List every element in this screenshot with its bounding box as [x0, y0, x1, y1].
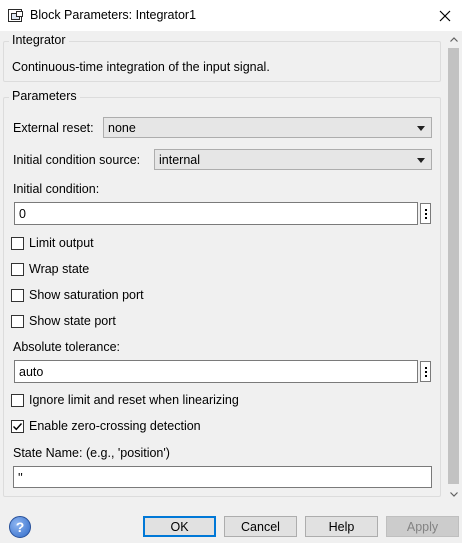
show-state-port-label: Show state port: [29, 314, 116, 328]
ignore-limit-reset-label: Ignore limit and reset when linearizing: [29, 393, 239, 407]
window-title: Block Parameters: Integrator1: [30, 8, 197, 22]
state-name-label: State Name: (e.g., 'position'): [13, 446, 170, 460]
scrollbar-thumb[interactable]: [448, 48, 459, 484]
initial-condition-label: Initial condition:: [13, 182, 100, 196]
block-description: Continuous-time integration of the input…: [12, 60, 270, 74]
chevron-down-icon: [417, 158, 425, 163]
checkmark-icon: [13, 422, 23, 430]
ok-button[interactable]: OK: [143, 516, 216, 537]
checkbox-box: [11, 262, 24, 276]
show-saturation-port-checkbox[interactable]: Show saturation port: [11, 287, 144, 303]
checkbox-box: [11, 419, 24, 433]
state-name-value: '': [18, 471, 23, 485]
close-icon: [439, 10, 451, 22]
chevron-down-icon: [417, 126, 425, 131]
zero-crossing-checkbox[interactable]: Enable zero-crossing detection: [11, 418, 201, 434]
show-state-port-checkbox[interactable]: Show state port: [11, 313, 116, 329]
checkbox-box: [11, 314, 24, 328]
initial-condition-value: 0: [19, 207, 26, 221]
parameters-panel: Integrator Continuous-time integration o…: [0, 31, 444, 506]
initial-condition-field[interactable]: 0: [14, 202, 418, 225]
checkbox-box: [11, 288, 24, 302]
external-reset-label: External reset:: [13, 121, 94, 135]
show-saturation-port-label: Show saturation port: [29, 288, 144, 302]
block-description-group: Integrator Continuous-time integration o…: [3, 33, 441, 82]
limit-output-label: Limit output: [29, 236, 94, 250]
block-group-title: Integrator: [9, 33, 69, 47]
title-bar: Block Parameters: Integrator1: [0, 0, 462, 31]
external-reset-dropdown[interactable]: none: [103, 117, 432, 138]
checkbox-box: [11, 393, 24, 407]
apply-button[interactable]: Apply: [386, 516, 459, 537]
state-name-field[interactable]: '': [13, 466, 432, 488]
button-bar: ? OK Cancel Help Apply: [0, 506, 462, 543]
close-button[interactable]: [430, 3, 460, 29]
wrap-state-checkbox[interactable]: Wrap state: [11, 261, 89, 277]
absolute-tolerance-field[interactable]: auto: [14, 360, 418, 383]
limit-output-checkbox[interactable]: Limit output: [11, 235, 94, 251]
wrap-state-label: Wrap state: [29, 262, 90, 276]
external-reset-value: none: [108, 121, 136, 135]
zero-crossing-label: Enable zero-crossing detection: [29, 419, 201, 433]
initial-condition-source-label: Initial condition source:: [13, 153, 141, 167]
help-icon[interactable]: ?: [9, 516, 31, 538]
ignore-limit-reset-checkbox[interactable]: Ignore limit and reset when linearizing: [11, 392, 239, 408]
initial-condition-source-value: internal: [159, 153, 200, 167]
scroll-up-icon[interactable]: [450, 37, 458, 42]
block-parameters-icon: [8, 9, 23, 22]
scroll-down-icon[interactable]: [450, 492, 458, 497]
parameters-group-title: Parameters: [9, 89, 80, 103]
checkbox-box: [11, 236, 24, 250]
initial-condition-source-dropdown[interactable]: internal: [154, 149, 432, 170]
help-button[interactable]: Help: [305, 516, 378, 537]
absolute-tolerance-more-button[interactable]: [420, 361, 431, 382]
vertical-scrollbar[interactable]: [445, 31, 462, 506]
cancel-button[interactable]: Cancel: [224, 516, 297, 537]
absolute-tolerance-value: auto: [19, 365, 44, 379]
initial-condition-more-button[interactable]: [420, 203, 431, 224]
absolute-tolerance-label: Absolute tolerance:: [13, 340, 121, 354]
